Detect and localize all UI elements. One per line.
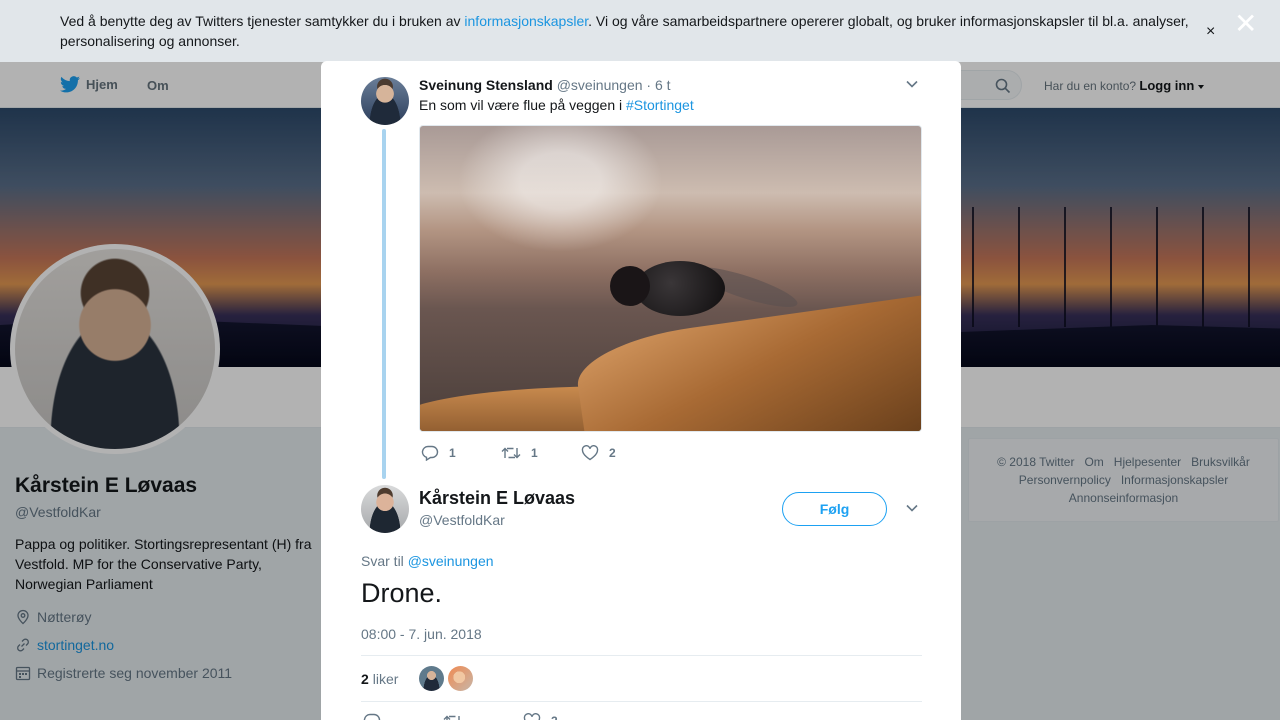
reply-to-line: Svar til @sveinungen — [361, 553, 494, 569]
photo-fly-head — [610, 266, 650, 306]
parent-tweet-avatar[interactable] — [361, 77, 409, 125]
liker-avatar[interactable] — [448, 666, 474, 691]
reply-count: 1 — [449, 446, 456, 460]
parent-tweet-handle[interactable]: @sveinungen — [557, 77, 643, 93]
thread-connector — [382, 129, 386, 479]
modal-close-button[interactable]: ✕ — [1234, 10, 1257, 38]
reply-tweet-timestamp[interactable]: 08:00 - 7. jun. 2018 — [361, 626, 482, 642]
parent-tweet-header: Sveinung Stensland @sveinungen · 6 t — [419, 77, 671, 93]
retweet-button[interactable] — [443, 713, 523, 720]
like-button[interactable]: 2 — [523, 713, 603, 720]
chevron-down-icon[interactable] — [905, 501, 919, 515]
cookie-banner: Ved å benytte deg av Twitters tjenester … — [0, 0, 1280, 62]
reply-tweet-name[interactable]: Kårstein E Løvaas — [419, 488, 575, 509]
reply-button[interactable]: 1 — [421, 445, 501, 461]
retweet-icon — [443, 713, 463, 720]
reply-tweet-actions: 2 — [363, 713, 603, 720]
likes-summary-count[interactable]: 2 — [361, 671, 369, 687]
retweet-icon — [501, 445, 521, 461]
parent-tweet-text-body: En som vil være flue på veggen i — [419, 97, 626, 113]
parent-tweet-actions: 1 1 2 — [421, 445, 661, 461]
reply-tweet-avatar[interactable] — [361, 485, 409, 533]
like-button[interactable]: 2 — [581, 445, 661, 461]
parent-tweet-photo[interactable] — [419, 125, 922, 432]
chevron-down-icon[interactable] — [905, 77, 919, 91]
reply-icon — [363, 713, 381, 720]
reply-to-handle[interactable]: @sveinungen — [408, 553, 494, 569]
parent-tweet-text: En som vil være flue på veggen i #Storti… — [419, 97, 694, 113]
cookie-close-button[interactable]: × — [1206, 22, 1215, 42]
likes-summary-label[interactable]: liker — [373, 671, 399, 687]
parent-tweet-time[interactable]: · 6 t — [646, 77, 670, 93]
reply-tweet-text: Drone. — [361, 578, 443, 608]
heart-icon — [581, 445, 599, 461]
reply-icon — [421, 445, 439, 461]
parent-tweet-hashtag[interactable]: #Stortinget — [626, 97, 694, 113]
retweet-button[interactable]: 1 — [501, 445, 581, 461]
follow-button[interactable]: Følg — [782, 492, 887, 526]
cookie-link[interactable]: informasjonskapsler — [464, 13, 588, 29]
liker-avatar[interactable] — [419, 666, 445, 691]
reply-button[interactable] — [363, 713, 443, 720]
like-count: 2 — [609, 446, 616, 460]
reply-to-label: Svar til — [361, 553, 408, 569]
parent-tweet-name[interactable]: Sveinung Stensland — [419, 77, 553, 93]
likes-summary: 2 liker — [361, 655, 922, 702]
tweet-modal: Sveinung Stensland @sveinungen · 6 t En … — [321, 61, 961, 720]
cookie-text-before: Ved å benytte deg av Twitters tjenester … — [60, 13, 465, 29]
like-count: 2 — [551, 714, 558, 720]
retweet-count: 1 — [531, 446, 538, 460]
photo-wood-block — [572, 288, 921, 431]
heart-icon — [523, 713, 541, 720]
reply-tweet-handle[interactable]: @VestfoldKar — [419, 512, 505, 528]
